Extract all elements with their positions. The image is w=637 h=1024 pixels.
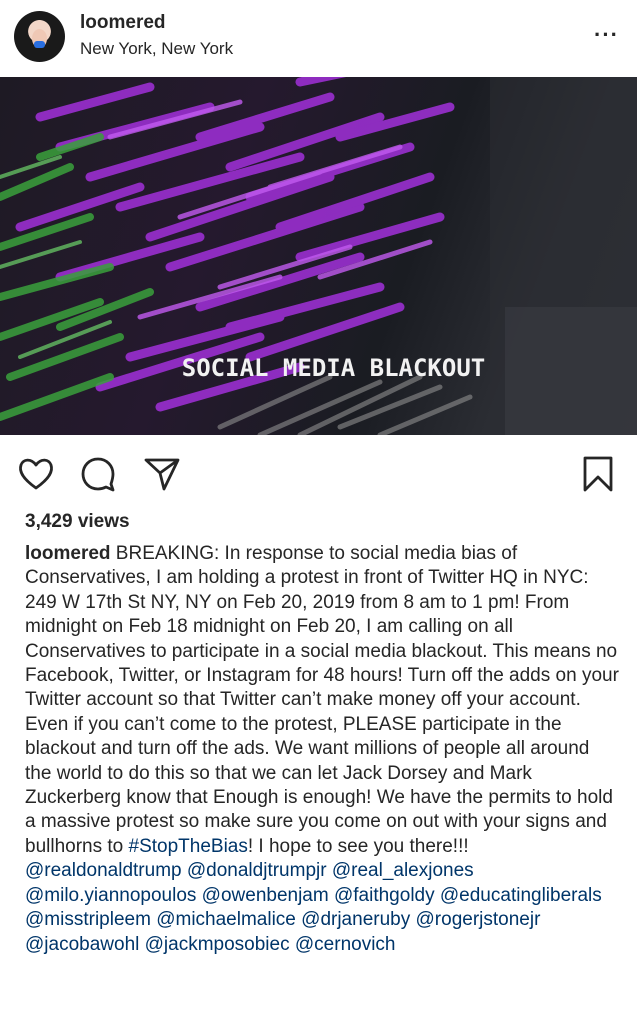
mention-link[interactable]: @misstripleem xyxy=(25,909,151,930)
media-overlay-text: SOCIAL MEDIA BLACKOUT xyxy=(181,354,486,382)
post-username[interactable]: loomered xyxy=(80,12,166,34)
hashtag-link[interactable]: #StopTheBias xyxy=(129,836,248,857)
mention-link[interactable]: @faithgoldy xyxy=(334,885,435,906)
mention-link[interactable]: @realdonaldtrump xyxy=(25,860,182,881)
post-header: loomered New York, New York ··· xyxy=(0,0,637,77)
caption-tail: ! I hope to see you there!!! xyxy=(247,835,469,857)
avatar-mask xyxy=(34,41,45,48)
comment-icon[interactable] xyxy=(78,454,118,494)
mention-link[interactable]: @cernovich xyxy=(295,934,396,955)
mention-link[interactable]: @owenbenjam xyxy=(202,885,329,906)
action-bar xyxy=(0,440,637,504)
post-media[interactable]: SOCIAL MEDIA BLACKOUT xyxy=(0,77,637,435)
mention-link[interactable]: @rogerjstonejr xyxy=(416,909,541,930)
share-icon[interactable] xyxy=(142,454,182,494)
caption-username[interactable]: loomered xyxy=(25,543,111,564)
mention-link[interactable]: @jackmposobiec xyxy=(145,934,290,955)
post-caption: loomered BREAKING: In response to social… xyxy=(25,542,620,957)
mention-link[interactable]: @real_alexjones xyxy=(332,860,474,881)
mention-link[interactable]: @michaelmalice xyxy=(156,909,296,930)
more-icon[interactable]: ··· xyxy=(594,22,619,48)
mention-link[interactable]: @drjaneruby xyxy=(301,909,410,930)
bookmark-icon[interactable] xyxy=(578,454,618,494)
post-location[interactable]: New York, New York xyxy=(80,39,233,59)
caption-body: BREAKING: In response to social media bi… xyxy=(25,543,619,857)
avatar[interactable] xyxy=(14,11,65,62)
heart-icon[interactable] xyxy=(16,454,56,494)
mention-link[interactable]: @donaldjtrumpjr xyxy=(187,860,327,881)
mention-link[interactable]: @jacobawohl xyxy=(25,934,139,955)
mention-link[interactable]: @educatingliberals xyxy=(440,885,602,906)
view-count[interactable]: 3,429 views xyxy=(25,511,130,533)
mention-link[interactable]: @milo.yiannopoulos xyxy=(25,885,196,906)
